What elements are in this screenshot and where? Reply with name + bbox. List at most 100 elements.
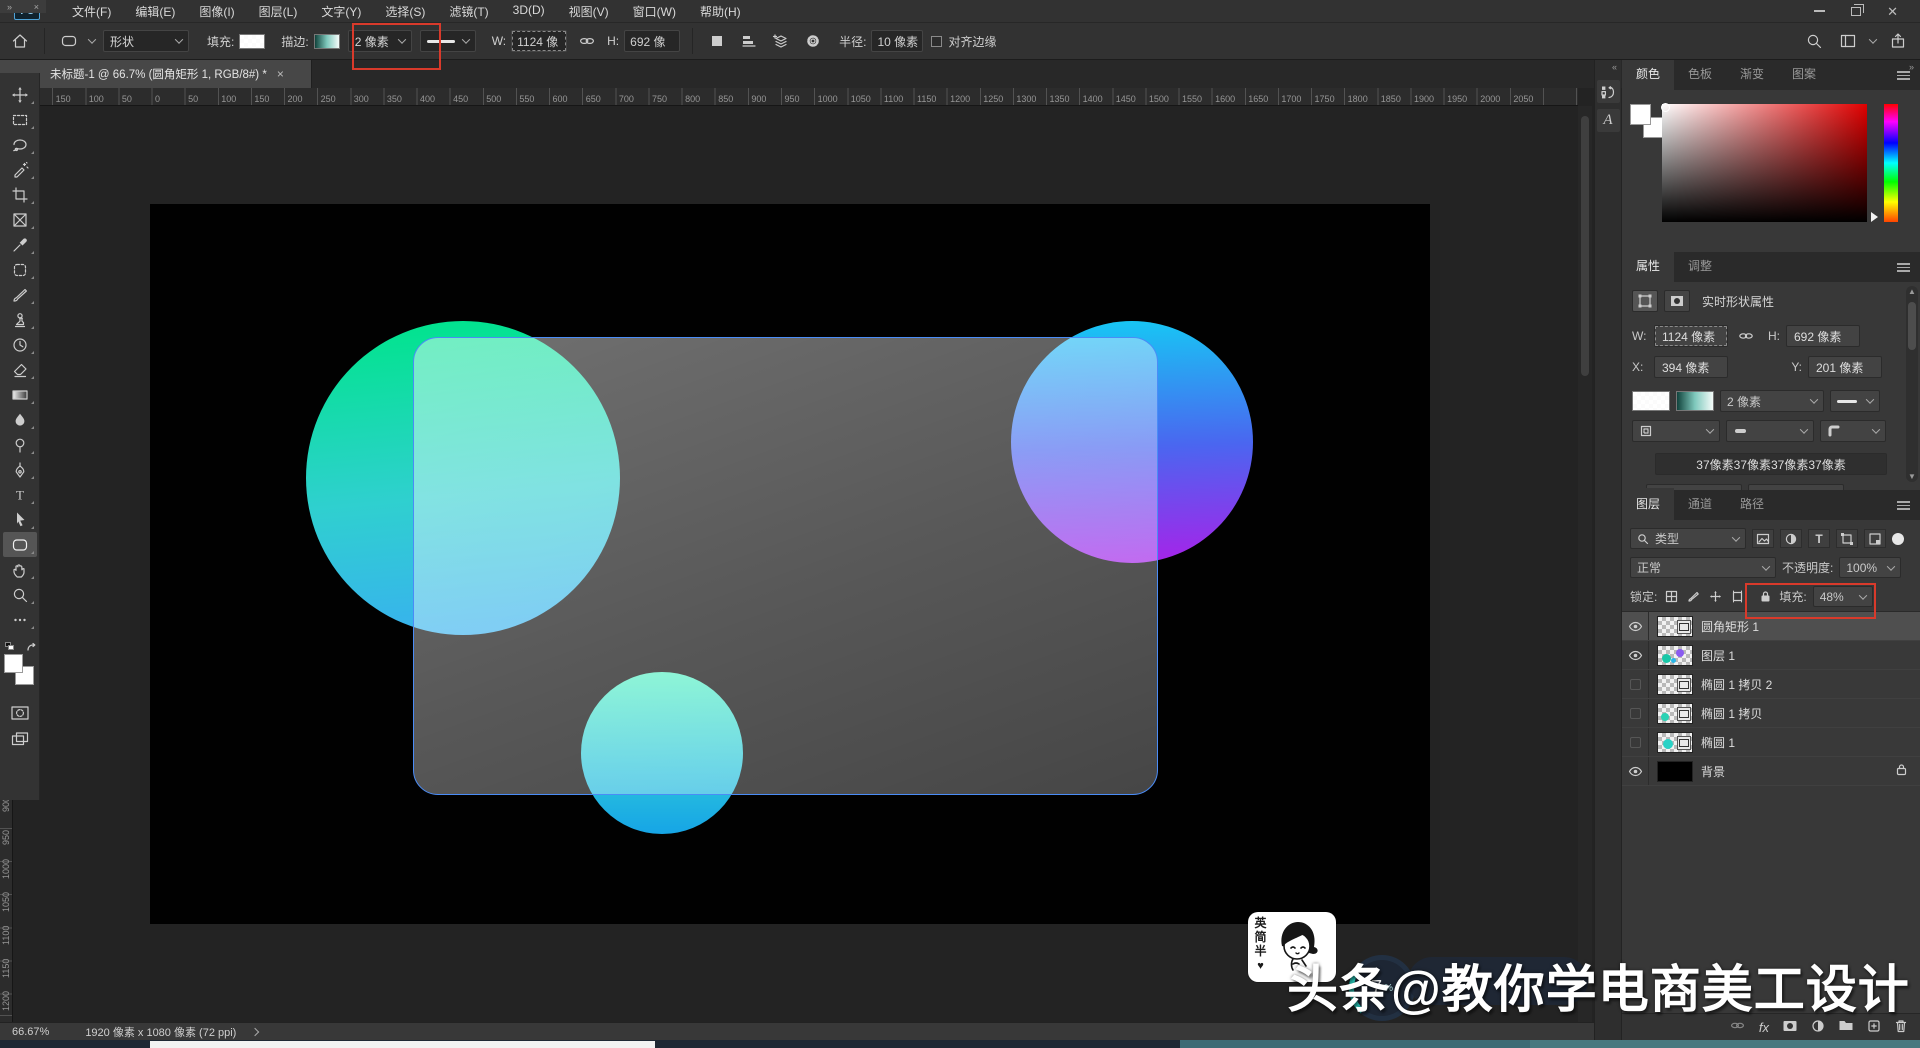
workspace-chevron-icon[interactable]	[1869, 35, 1877, 43]
link-layers-icon[interactable]	[1729, 1018, 1746, 1036]
layer-row-ellipse-copy[interactable]: 椭圆 1 拷贝	[1622, 699, 1920, 728]
menu-help[interactable]: 帮助(H)	[700, 3, 741, 20]
status-chevron-icon[interactable]	[251, 1027, 259, 1035]
tool-mode-select[interactable]: 形状	[103, 30, 189, 52]
type-tool[interactable]: T	[3, 482, 37, 507]
eyedropper-tool[interactable]	[3, 232, 37, 257]
layer-name[interactable]: 圆角矩形 1	[1701, 618, 1759, 635]
layer-thumbnail[interactable]	[1657, 616, 1693, 637]
opacity-select[interactable]: 100%	[1839, 557, 1901, 578]
filter-toggle-icon[interactable]	[1892, 533, 1904, 545]
new-adjustment-layer-icon[interactable]	[1811, 1019, 1825, 1036]
path-selection-tool[interactable]	[3, 507, 37, 532]
tab-channels[interactable]: 通道	[1674, 488, 1726, 520]
clone-stamp-tool[interactable]	[3, 307, 37, 332]
canvas-viewport[interactable]	[13, 106, 1578, 1022]
eraser-tool[interactable]	[3, 357, 37, 382]
tab-adjustments[interactable]: 调整	[1674, 252, 1726, 282]
dock-collapse-icon[interactable]: »	[1909, 62, 1914, 72]
canvas-surface[interactable]	[150, 204, 1430, 924]
prop-stroke-style-select[interactable]	[1830, 390, 1880, 412]
add-layer-mask-icon[interactable]	[1782, 1019, 1798, 1036]
tab-patterns[interactable]: 图案	[1778, 58, 1830, 90]
filter-adjustment-layers-icon[interactable]	[1780, 529, 1802, 548]
tab-properties[interactable]: 属性	[1622, 252, 1674, 282]
lock-artboard-icon[interactable]	[1729, 589, 1745, 605]
character-panel-icon[interactable]: A	[1597, 109, 1620, 132]
tab-close-icon[interactable]: ×	[277, 67, 284, 81]
fill-swatch[interactable]	[239, 34, 265, 49]
path-alignment-icon[interactable]	[737, 29, 761, 53]
lock-position-icon[interactable]	[1707, 589, 1723, 605]
visibility-eye-icon[interactable]	[1622, 728, 1649, 756]
visibility-eye-icon[interactable]	[1622, 612, 1649, 640]
lock-transparency-icon[interactable]	[1663, 589, 1679, 605]
workspace-icon[interactable]	[1836, 29, 1860, 53]
tab-paths[interactable]: 路径	[1726, 488, 1778, 520]
crop-tool[interactable]	[3, 182, 37, 207]
pen-tool[interactable]	[3, 457, 37, 482]
edit-toolbar-ellipsis-icon[interactable]	[3, 607, 37, 632]
toolbar-close-icon[interactable]: ×	[34, 2, 39, 12]
document-tab[interactable]: 未标题-1 @ 66.7% (圆角矩形 1, RGB/8#) * ×	[0, 60, 312, 88]
prop-height-input[interactable]: 692 像素	[1786, 325, 1860, 347]
visibility-eye-icon[interactable]	[1622, 757, 1649, 785]
layer-row-ellipse-copy2[interactable]: 椭圆 1 拷贝 2	[1622, 670, 1920, 699]
panel-menu-icon[interactable]	[1887, 501, 1920, 520]
menu-type[interactable]: 文字(Y)	[321, 3, 361, 20]
layer-thumbnail[interactable]	[1657, 645, 1693, 666]
blur-tool[interactable]	[3, 407, 37, 432]
history-brush-tool[interactable]	[3, 332, 37, 357]
layer-effects-fx-icon[interactable]: fx	[1759, 1020, 1769, 1035]
path-arrangement-icon[interactable]	[769, 29, 793, 53]
layer-thumbnail[interactable]	[1657, 732, 1693, 753]
layer-name[interactable]: 椭圆 1	[1701, 734, 1735, 751]
gradient-tool[interactable]	[3, 382, 37, 407]
move-tool[interactable]	[3, 82, 37, 107]
foreground-color-swatch[interactable]	[4, 654, 23, 673]
menu-layer[interactable]: 图层(L)	[259, 3, 298, 20]
frame-tool[interactable]	[3, 207, 37, 232]
menu-select[interactable]: 选择(S)	[385, 3, 425, 20]
layer-row-ellipse1[interactable]: 椭圆 1	[1622, 728, 1920, 757]
layer-row-layer1[interactable]: 图层 1	[1622, 641, 1920, 670]
current-tool-icon[interactable]	[57, 29, 81, 53]
filter-type-layers-icon[interactable]: T	[1808, 529, 1830, 548]
menu-file[interactable]: 文件(F)	[72, 3, 111, 20]
lasso-tool[interactable]	[3, 132, 37, 157]
filter-pixel-layers-icon[interactable]	[1752, 529, 1774, 548]
align-edges-checkbox[interactable]	[931, 36, 942, 47]
new-group-icon[interactable]	[1838, 1019, 1854, 1035]
restore-icon[interactable]	[1851, 7, 1861, 16]
visibility-eye-icon[interactable]	[1622, 670, 1649, 698]
saturation-brightness-field[interactable]	[1662, 104, 1867, 222]
layer-name[interactable]: 背景	[1701, 763, 1725, 780]
brush-tool[interactable]	[3, 282, 37, 307]
corner-radius-summary[interactable]: 37像素37像素37像素37像素	[1655, 453, 1887, 475]
screen-mode-button[interactable]	[3, 728, 37, 750]
close-icon[interactable]: ✕	[1887, 5, 1898, 18]
search-icon[interactable]	[1802, 29, 1826, 53]
tab-layers[interactable]: 图层	[1622, 488, 1674, 520]
tab-color[interactable]: 颜色	[1622, 58, 1674, 90]
color-field-marker[interactable]	[1661, 103, 1670, 112]
panel-foreground-swatch[interactable]	[1630, 104, 1651, 125]
history-panel-icon[interactable]	[1597, 80, 1620, 103]
live-shape-icon[interactable]	[1632, 290, 1658, 312]
menu-filter[interactable]: 滤镜(T)	[449, 3, 488, 20]
visibility-eye-icon[interactable]	[1622, 699, 1649, 727]
stroke-align-select[interactable]	[1632, 420, 1720, 442]
zoom-tool[interactable]	[3, 582, 37, 607]
link-dimensions-icon[interactable]	[575, 29, 599, 53]
prop-width-input[interactable]: 1124 像素	[1654, 325, 1728, 347]
prop-fill-swatch[interactable]	[1632, 391, 1670, 411]
filter-shape-layers-icon[interactable]	[1836, 529, 1858, 548]
dodge-tool[interactable]	[3, 432, 37, 457]
hue-slider-marker[interactable]	[1871, 212, 1878, 222]
prop-x-input[interactable]: 394 像素	[1654, 356, 1728, 378]
layer-thumbnail[interactable]	[1657, 674, 1693, 695]
lock-image-icon[interactable]	[1685, 589, 1701, 605]
layer-filter-type-select[interactable]: 类型	[1630, 528, 1746, 549]
geometry-options-gear-icon[interactable]	[801, 29, 825, 53]
stroke-swatch[interactable]	[314, 34, 340, 49]
